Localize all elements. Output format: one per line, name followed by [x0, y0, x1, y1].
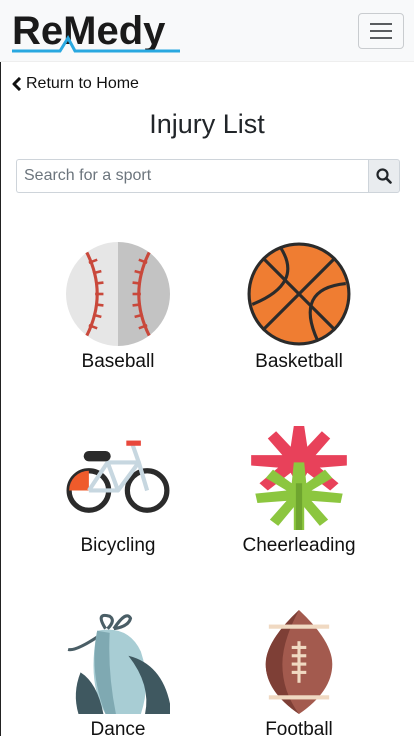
- sport-label: Bicycling: [80, 535, 156, 556]
- sport-label: Cheerleading: [242, 535, 356, 556]
- sport-card-bicycling[interactable]: Bicycling: [38, 426, 198, 558]
- pompom-icon: [251, 426, 347, 530]
- search-icon: [376, 168, 392, 184]
- brand-text: ReMedy: [12, 9, 166, 53]
- page-title: Injury List: [149, 109, 265, 139]
- sport-label: Dance: [90, 719, 146, 740]
- basketball-icon: [247, 242, 351, 346]
- navbar: ReMedy: [0, 0, 414, 62]
- sport-card-cheerleading[interactable]: Cheerleading: [219, 426, 379, 558]
- sport-label: Baseball: [81, 351, 155, 372]
- sport-card-basketball[interactable]: Basketball: [219, 242, 379, 374]
- sport-card-dance[interactable]: Dance: [38, 610, 198, 742]
- sport-card-baseball[interactable]: Baseball: [38, 242, 198, 374]
- return-home-label: Return to Home: [26, 75, 139, 92]
- baseball-icon: [66, 242, 170, 346]
- search-button[interactable]: [368, 159, 400, 193]
- hamburger-icon: [370, 23, 392, 25]
- sport-card-football[interactable]: Football: [219, 610, 379, 742]
- football-icon: [265, 610, 333, 714]
- bicycle-icon: [66, 440, 170, 513]
- page-edge: [0, 62, 1, 736]
- return-home-link[interactable]: Return to Home: [12, 73, 139, 95]
- sport-label: Basketball: [255, 351, 343, 372]
- navbar-toggle-button[interactable]: [358, 13, 404, 49]
- search-input[interactable]: [16, 159, 368, 193]
- sport-label: Football: [265, 719, 333, 740]
- brand-logo[interactable]: ReMedy: [12, 8, 182, 54]
- search-bar: [16, 159, 400, 193]
- ballet-shoes-icon: [67, 613, 170, 714]
- chevron-left-icon: [12, 77, 22, 91]
